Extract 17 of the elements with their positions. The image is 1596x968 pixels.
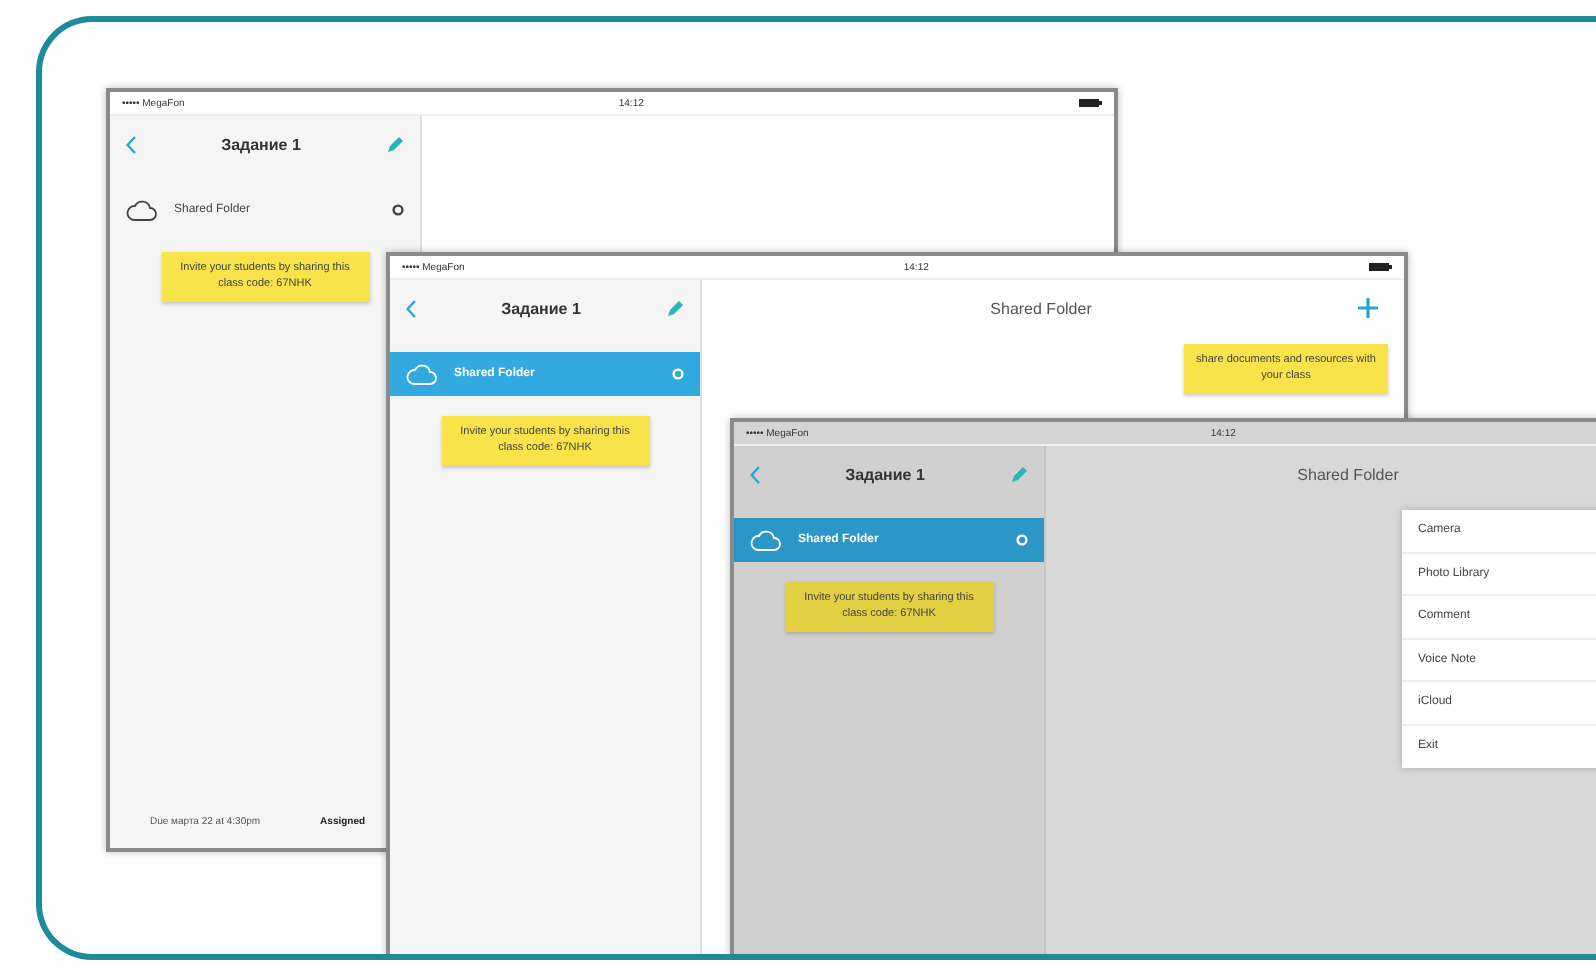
detail-title: Shared Folder: [990, 299, 1092, 317]
nav-title: Задание 1: [221, 135, 301, 153]
pencil-icon[interactable]: [1009, 465, 1028, 483]
nav-title: Задание 1: [501, 299, 581, 317]
pencil-icon[interactable]: [385, 135, 404, 153]
cloud-icon: [750, 529, 782, 551]
add-icon[interactable]: [1356, 296, 1381, 320]
back-icon[interactable]: [406, 299, 416, 317]
back-icon[interactable]: [750, 465, 760, 483]
back-icon[interactable]: [126, 135, 136, 153]
pencil-icon[interactable]: [665, 299, 684, 317]
battery-icon: [1078, 98, 1102, 108]
nav-title: Задание 1: [845, 465, 925, 483]
cloud-icon: [406, 363, 438, 385]
detail-title: Shared Folder: [1297, 465, 1399, 483]
battery-icon: [1368, 262, 1392, 272]
cloud-icon: [126, 199, 158, 221]
